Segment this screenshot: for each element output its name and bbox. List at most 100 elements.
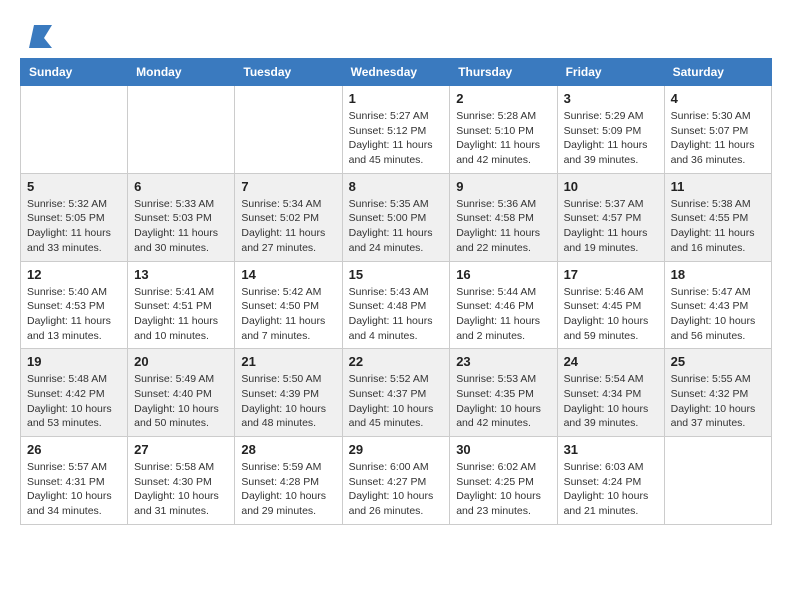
calendar-cell: 10 Sunrise: 5:37 AM Sunset: 4:57 PM Dayli…: [557, 173, 664, 261]
day-number: 9: [456, 179, 550, 194]
day-info: Sunrise: 5:29 AM Sunset: 5:09 PM Dayligh…: [564, 109, 658, 168]
day-number: 19: [27, 354, 121, 369]
day-info: Sunrise: 6:03 AM Sunset: 4:24 PM Dayligh…: [564, 460, 658, 519]
calendar-cell: 9 Sunrise: 5:36 AM Sunset: 4:58 PM Daylig…: [450, 173, 557, 261]
day-number: 7: [241, 179, 335, 194]
day-number: 31: [564, 442, 658, 457]
calendar-header-row: SundayMondayTuesdayWednesdayThursdayFrid…: [21, 59, 772, 86]
day-info: Sunrise: 5:55 AM Sunset: 4:32 PM Dayligh…: [671, 372, 765, 431]
day-number: 28: [241, 442, 335, 457]
calendar-table: SundayMondayTuesdayWednesdayThursdayFrid…: [20, 58, 772, 525]
day-number: 17: [564, 267, 658, 282]
calendar-cell: 31 Sunrise: 6:03 AM Sunset: 4:24 PM Dayli…: [557, 437, 664, 525]
calendar-cell: 22 Sunrise: 5:52 AM Sunset: 4:37 PM Dayli…: [342, 349, 450, 437]
day-info: Sunrise: 5:41 AM Sunset: 4:51 PM Dayligh…: [134, 285, 228, 344]
day-number: 26: [27, 442, 121, 457]
day-number: 22: [349, 354, 444, 369]
day-number: 24: [564, 354, 658, 369]
calendar-cell: 15Sunrise: 5:43 AM Sunset: 4:48 PM Dayli…: [342, 261, 450, 349]
day-number: 14: [241, 267, 335, 282]
calendar-cell: 16 Sunrise: 5:44 AM Sunset: 4:46 PM Dayli…: [450, 261, 557, 349]
weekday-header: Friday: [557, 59, 664, 86]
day-info: Sunrise: 5:28 AM Sunset: 5:10 PM Dayligh…: [456, 109, 550, 168]
calendar-cell: [235, 86, 342, 174]
calendar-cell: 13Sunrise: 5:41 AM Sunset: 4:51 PM Dayli…: [128, 261, 235, 349]
calendar-cell: 27 Sunrise: 5:58 AM Sunset: 4:30 PM Dayli…: [128, 437, 235, 525]
calendar-week-row: 5 Sunrise: 5:32 AM Sunset: 5:05 PM Daylig…: [21, 173, 772, 261]
calendar-cell: 8 Sunrise: 5:35 AM Sunset: 5:00 PM Daylig…: [342, 173, 450, 261]
day-info: Sunrise: 6:00 AM Sunset: 4:27 PM Dayligh…: [349, 460, 444, 519]
calendar-cell: 25 Sunrise: 5:55 AM Sunset: 4:32 PM Dayli…: [664, 349, 771, 437]
day-info: Sunrise: 5:38 AM Sunset: 4:55 PM Dayligh…: [671, 197, 765, 256]
calendar-cell: 5 Sunrise: 5:32 AM Sunset: 5:05 PM Daylig…: [21, 173, 128, 261]
calendar-cell: [21, 86, 128, 174]
calendar-cell: 30Sunrise: 6:02 AM Sunset: 4:25 PM Dayli…: [450, 437, 557, 525]
calendar-cell: 12Sunrise: 5:40 AM Sunset: 4:53 PM Dayli…: [21, 261, 128, 349]
day-info: Sunrise: 5:54 AM Sunset: 4:34 PM Dayligh…: [564, 372, 658, 431]
calendar-cell: 19 Sunrise: 5:48 AM Sunset: 4:42 PM Dayli…: [21, 349, 128, 437]
day-number: 3: [564, 91, 658, 106]
day-info: Sunrise: 5:27 AM Sunset: 5:12 PM Dayligh…: [349, 109, 444, 168]
day-info: Sunrise: 5:47 AM Sunset: 4:43 PM Dayligh…: [671, 285, 765, 344]
day-info: Sunrise: 5:50 AM Sunset: 4:39 PM Dayligh…: [241, 372, 335, 431]
calendar-week-row: 1 Sunrise: 5:27 AM Sunset: 5:12 PM Daylig…: [21, 86, 772, 174]
day-info: Sunrise: 5:44 AM Sunset: 4:46 PM Dayligh…: [456, 285, 550, 344]
day-info: Sunrise: 5:46 AM Sunset: 4:45 PM Dayligh…: [564, 285, 658, 344]
day-number: 15: [349, 267, 444, 282]
day-info: Sunrise: 5:40 AM Sunset: 4:53 PM Dayligh…: [27, 285, 121, 344]
logo-icon: [24, 20, 52, 48]
calendar-cell: 11 Sunrise: 5:38 AM Sunset: 4:55 PM Dayli…: [664, 173, 771, 261]
day-number: 27: [134, 442, 228, 457]
page-header: [20, 20, 772, 48]
day-number: 21: [241, 354, 335, 369]
calendar-week-row: 26 Sunrise: 5:57 AM Sunset: 4:31 PM Dayli…: [21, 437, 772, 525]
weekday-header: Tuesday: [235, 59, 342, 86]
day-number: 2: [456, 91, 550, 106]
calendar-cell: 24 Sunrise: 5:54 AM Sunset: 4:34 PM Dayli…: [557, 349, 664, 437]
weekday-header: Wednesday: [342, 59, 450, 86]
calendar-week-row: 19 Sunrise: 5:48 AM Sunset: 4:42 PM Dayli…: [21, 349, 772, 437]
day-number: 1: [349, 91, 444, 106]
calendar-cell: 7 Sunrise: 5:34 AM Sunset: 5:02 PM Daylig…: [235, 173, 342, 261]
calendar-week-row: 12Sunrise: 5:40 AM Sunset: 4:53 PM Dayli…: [21, 261, 772, 349]
day-number: 16: [456, 267, 550, 282]
calendar-cell: 1 Sunrise: 5:27 AM Sunset: 5:12 PM Daylig…: [342, 86, 450, 174]
day-number: 5: [27, 179, 121, 194]
day-info: Sunrise: 5:35 AM Sunset: 5:00 PM Dayligh…: [349, 197, 444, 256]
day-info: Sunrise: 5:59 AM Sunset: 4:28 PM Dayligh…: [241, 460, 335, 519]
calendar-cell: 21 Sunrise: 5:50 AM Sunset: 4:39 PM Dayli…: [235, 349, 342, 437]
calendar-cell: [664, 437, 771, 525]
day-number: 18: [671, 267, 765, 282]
day-number: 10: [564, 179, 658, 194]
day-info: Sunrise: 5:53 AM Sunset: 4:35 PM Dayligh…: [456, 372, 550, 431]
calendar-cell: 2 Sunrise: 5:28 AM Sunset: 5:10 PM Daylig…: [450, 86, 557, 174]
day-info: Sunrise: 5:42 AM Sunset: 4:50 PM Dayligh…: [241, 285, 335, 344]
calendar-cell: 17 Sunrise: 5:46 AM Sunset: 4:45 PM Dayli…: [557, 261, 664, 349]
calendar-cell: 29Sunrise: 6:00 AM Sunset: 4:27 PM Dayli…: [342, 437, 450, 525]
day-number: 8: [349, 179, 444, 194]
weekday-header: Sunday: [21, 59, 128, 86]
day-info: Sunrise: 5:37 AM Sunset: 4:57 PM Dayligh…: [564, 197, 658, 256]
day-number: 25: [671, 354, 765, 369]
day-info: Sunrise: 5:52 AM Sunset: 4:37 PM Dayligh…: [349, 372, 444, 431]
day-info: Sunrise: 5:34 AM Sunset: 5:02 PM Dayligh…: [241, 197, 335, 256]
calendar-cell: 4Sunrise: 5:30 AM Sunset: 5:07 PM Daylig…: [664, 86, 771, 174]
weekday-header: Thursday: [450, 59, 557, 86]
weekday-header: Monday: [128, 59, 235, 86]
day-number: 6: [134, 179, 228, 194]
day-info: Sunrise: 5:30 AM Sunset: 5:07 PM Dayligh…: [671, 109, 765, 168]
day-number: 23: [456, 354, 550, 369]
day-number: 11: [671, 179, 765, 194]
day-info: Sunrise: 5:57 AM Sunset: 4:31 PM Dayligh…: [27, 460, 121, 519]
calendar-cell: 23 Sunrise: 5:53 AM Sunset: 4:35 PM Dayli…: [450, 349, 557, 437]
day-info: Sunrise: 5:32 AM Sunset: 5:05 PM Dayligh…: [27, 197, 121, 256]
calendar-cell: 28 Sunrise: 5:59 AM Sunset: 4:28 PM Dayli…: [235, 437, 342, 525]
day-info: Sunrise: 5:48 AM Sunset: 4:42 PM Dayligh…: [27, 372, 121, 431]
calendar-cell: 14 Sunrise: 5:42 AM Sunset: 4:50 PM Dayli…: [235, 261, 342, 349]
day-info: Sunrise: 5:58 AM Sunset: 4:30 PM Dayligh…: [134, 460, 228, 519]
day-info: Sunrise: 5:33 AM Sunset: 5:03 PM Dayligh…: [134, 197, 228, 256]
day-info: Sunrise: 5:36 AM Sunset: 4:58 PM Dayligh…: [456, 197, 550, 256]
calendar-cell: 18 Sunrise: 5:47 AM Sunset: 4:43 PM Dayli…: [664, 261, 771, 349]
weekday-header: Saturday: [664, 59, 771, 86]
calendar-cell: 3 Sunrise: 5:29 AM Sunset: 5:09 PM Daylig…: [557, 86, 664, 174]
